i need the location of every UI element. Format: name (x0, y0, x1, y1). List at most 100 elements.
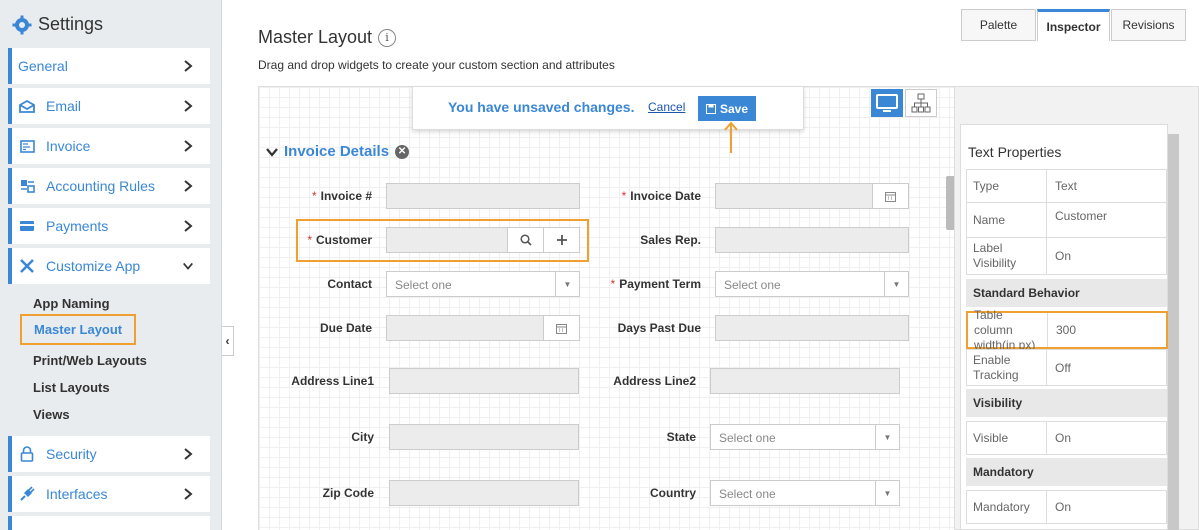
sidebar-item-interfaces[interactable]: Interfaces (8, 476, 210, 512)
group-mandatory: Mandatory (966, 458, 1167, 486)
calendar-icon[interactable] (872, 184, 908, 208)
state-select[interactable]: Select one ▼ (710, 424, 900, 450)
floppy-icon (705, 103, 716, 114)
remove-section-icon[interactable]: ✕ (395, 144, 410, 159)
plug-icon (18, 486, 36, 502)
arrow-up-annotation (724, 121, 738, 153)
sales-rep-label: Sales Rep. (640, 233, 701, 247)
accounting-icon (18, 178, 36, 194)
city-label: City (351, 430, 374, 444)
gear-icon (12, 15, 32, 34)
customer-label: * Customer (307, 233, 372, 247)
chevron-right-icon (184, 448, 193, 460)
city-input[interactable] (389, 424, 579, 450)
zip-code-input[interactable] (389, 480, 579, 506)
sidebar-collapse-button[interactable]: ‹ (222, 326, 234, 356)
chevron-right-icon (184, 180, 193, 192)
tab-palette[interactable]: Palette (961, 9, 1036, 41)
invoice-no-input[interactable] (386, 183, 580, 209)
due-date-label: Due Date (319, 321, 372, 335)
chevron-down-icon (183, 262, 193, 270)
address-line1-input[interactable] (389, 368, 579, 394)
section-header-invoice-details[interactable]: Invoice Details ✕ (266, 143, 410, 160)
page-title: Master Layout i (258, 27, 397, 48)
chevron-down-icon (266, 147, 278, 157)
sidebar-sub-print-web-layouts[interactable]: Print/Web Layouts (33, 353, 147, 368)
tools-icon (18, 258, 36, 274)
customer-input[interactable] (386, 227, 580, 253)
sitemap-icon (911, 93, 931, 113)
tab-inspector[interactable]: Inspector (1037, 9, 1110, 41)
calendar-icon[interactable] (543, 316, 579, 340)
payment-term-select[interactable]: Select one ▼ (715, 271, 909, 297)
view-toggle (871, 89, 937, 117)
sidebar-sub-list-layouts[interactable]: List Layouts (33, 380, 110, 395)
chevron-right-icon (184, 488, 193, 500)
payment-term-label: * Payment Term (610, 277, 701, 291)
desktop-view-button[interactable] (871, 89, 903, 117)
chevron-right-icon (184, 100, 193, 112)
address-line2-input[interactable] (710, 368, 900, 394)
invoice-no-label: * Invoice # (311, 189, 372, 203)
unsaved-message: You have unsaved changes. (448, 99, 635, 115)
country-select[interactable]: Select one ▼ (710, 480, 900, 506)
sidebar-sub-app-naming[interactable]: App Naming (33, 296, 110, 311)
property-row-enable-tracking[interactable]: Enable Tracking Off (966, 349, 1167, 386)
card-icon (18, 218, 36, 234)
invoice-date-label: * Invoice Date (621, 189, 701, 203)
sidebar-item-general[interactable]: General (8, 48, 210, 84)
tab-revisions[interactable]: Revisions (1111, 9, 1186, 41)
sidebar-item-email[interactable]: Email (8, 88, 210, 124)
hierarchy-view-button[interactable] (905, 89, 937, 117)
property-row-mandatory[interactable]: Mandatory On (966, 490, 1167, 524)
contact-select[interactable]: Select one ▼ (386, 271, 580, 297)
address-line1-label: Address Line1 (291, 374, 374, 388)
search-icon[interactable] (507, 228, 543, 252)
sales-rep-input[interactable] (715, 227, 909, 253)
invoice-icon (18, 138, 36, 154)
invoice-date-input[interactable] (715, 183, 909, 209)
caret-down-icon: ▼ (875, 425, 899, 449)
group-standard-behavior: Standard Behavior (966, 279, 1167, 307)
text-properties-title: Text Properties (968, 144, 1062, 160)
settings-sidebar: Settings General Email Invoice Accountin… (0, 0, 222, 530)
cancel-link[interactable]: Cancel (648, 100, 685, 114)
state-label: State (666, 430, 696, 444)
caret-down-icon: ▼ (555, 272, 579, 296)
property-row-table-column-width[interactable]: Table column width(in px) 300 (966, 308, 1168, 352)
page-subtitle: Drag and drop widgets to create your cus… (258, 58, 615, 72)
group-visibility: Visibility (966, 389, 1167, 417)
chevron-right-icon (184, 140, 193, 152)
sidebar-sub-master-layout[interactable]: Master Layout (20, 314, 137, 345)
chevron-right-icon (184, 60, 193, 72)
envelope-icon (18, 98, 36, 114)
plus-icon[interactable] (543, 228, 579, 252)
sidebar-sub-views[interactable]: Views (33, 407, 70, 422)
property-row-label-visibility[interactable]: Label Visibility On (966, 237, 1167, 275)
property-row-name[interactable]: Name Customer (966, 202, 1167, 238)
sidebar-item-more[interactable] (8, 516, 210, 530)
due-date-input[interactable] (386, 315, 580, 341)
contact-label: Contact (327, 277, 372, 291)
chevron-right-icon (184, 220, 193, 232)
info-icon[interactable]: i (378, 28, 397, 47)
save-button[interactable]: Save (698, 96, 756, 121)
caret-down-icon: ▼ (884, 272, 908, 296)
unsaved-changes-bar: You have unsaved changes. Cancel Save (412, 86, 804, 130)
sidebar-item-accounting-rules[interactable]: Accounting Rules (8, 168, 210, 204)
days-past-due-input[interactable] (715, 315, 909, 341)
sidebar-title: Settings (12, 14, 103, 35)
sidebar-item-payments[interactable]: Payments (8, 208, 210, 244)
zip-code-label: Zip Code (322, 486, 374, 500)
sidebar-item-customize-app[interactable]: Customize App (8, 248, 210, 284)
address-line2-label: Address Line2 (613, 374, 696, 388)
days-past-due-label: Days Past Due (617, 321, 701, 335)
property-row-type: Type Text (966, 169, 1167, 203)
lock-icon (18, 446, 36, 462)
monitor-icon (876, 94, 898, 112)
caret-down-icon: ▼ (875, 481, 899, 505)
property-row-visible[interactable]: Visible On (966, 421, 1167, 455)
sidebar-item-invoice[interactable]: Invoice (8, 128, 210, 164)
panel-scrollbar[interactable] (1168, 134, 1179, 530)
sidebar-item-security[interactable]: Security (8, 436, 210, 472)
